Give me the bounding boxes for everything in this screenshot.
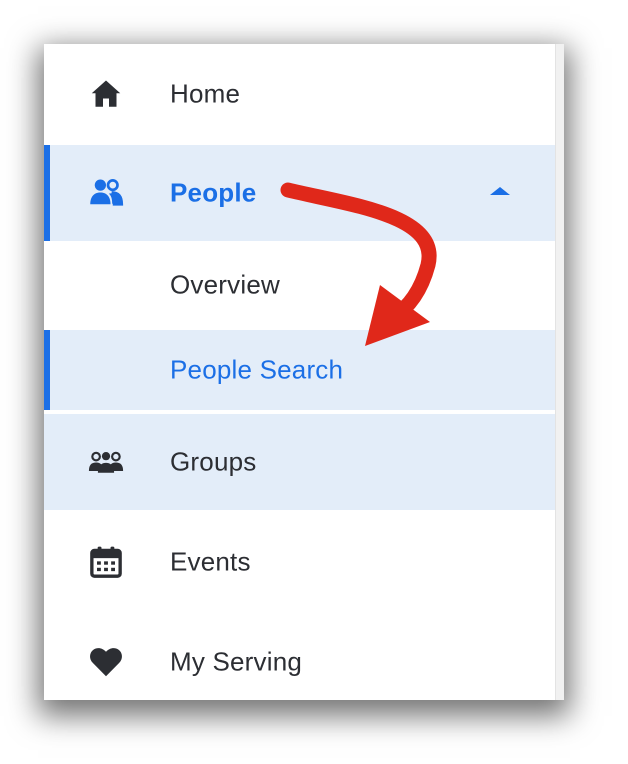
home-icon [86, 74, 126, 114]
nav-item-my-serving[interactable]: My Serving [44, 614, 556, 700]
nav-item-label: Groups [170, 446, 257, 477]
chevron-up-icon[interactable] [490, 187, 510, 195]
sidebar-nav: Home People Overview People Search Group… [44, 44, 564, 700]
nav-item-people[interactable]: People [44, 145, 556, 241]
scrollbar-track[interactable] [555, 44, 564, 700]
nav-subitem-people-search[interactable]: People Search [44, 330, 556, 410]
people-icon [86, 173, 126, 213]
heart-icon [86, 642, 126, 682]
nav-item-label: Events [170, 546, 251, 577]
active-indicator [44, 330, 50, 410]
nav-subitem-overview[interactable]: Overview [44, 241, 556, 329]
nav-subitem-label: People Search [170, 354, 344, 385]
nav-item-groups[interactable]: Groups [44, 414, 556, 510]
calendar-icon [86, 542, 126, 582]
nav-item-label: Home [170, 78, 241, 109]
groups-icon [86, 442, 126, 482]
active-indicator [44, 145, 50, 241]
nav-item-label: People [170, 177, 257, 208]
nav-item-events[interactable]: Events [44, 510, 556, 614]
nav-item-label: My Serving [170, 646, 303, 677]
nav-subitem-label: Overview [170, 269, 280, 300]
nav-item-home[interactable]: Home [44, 44, 556, 144]
